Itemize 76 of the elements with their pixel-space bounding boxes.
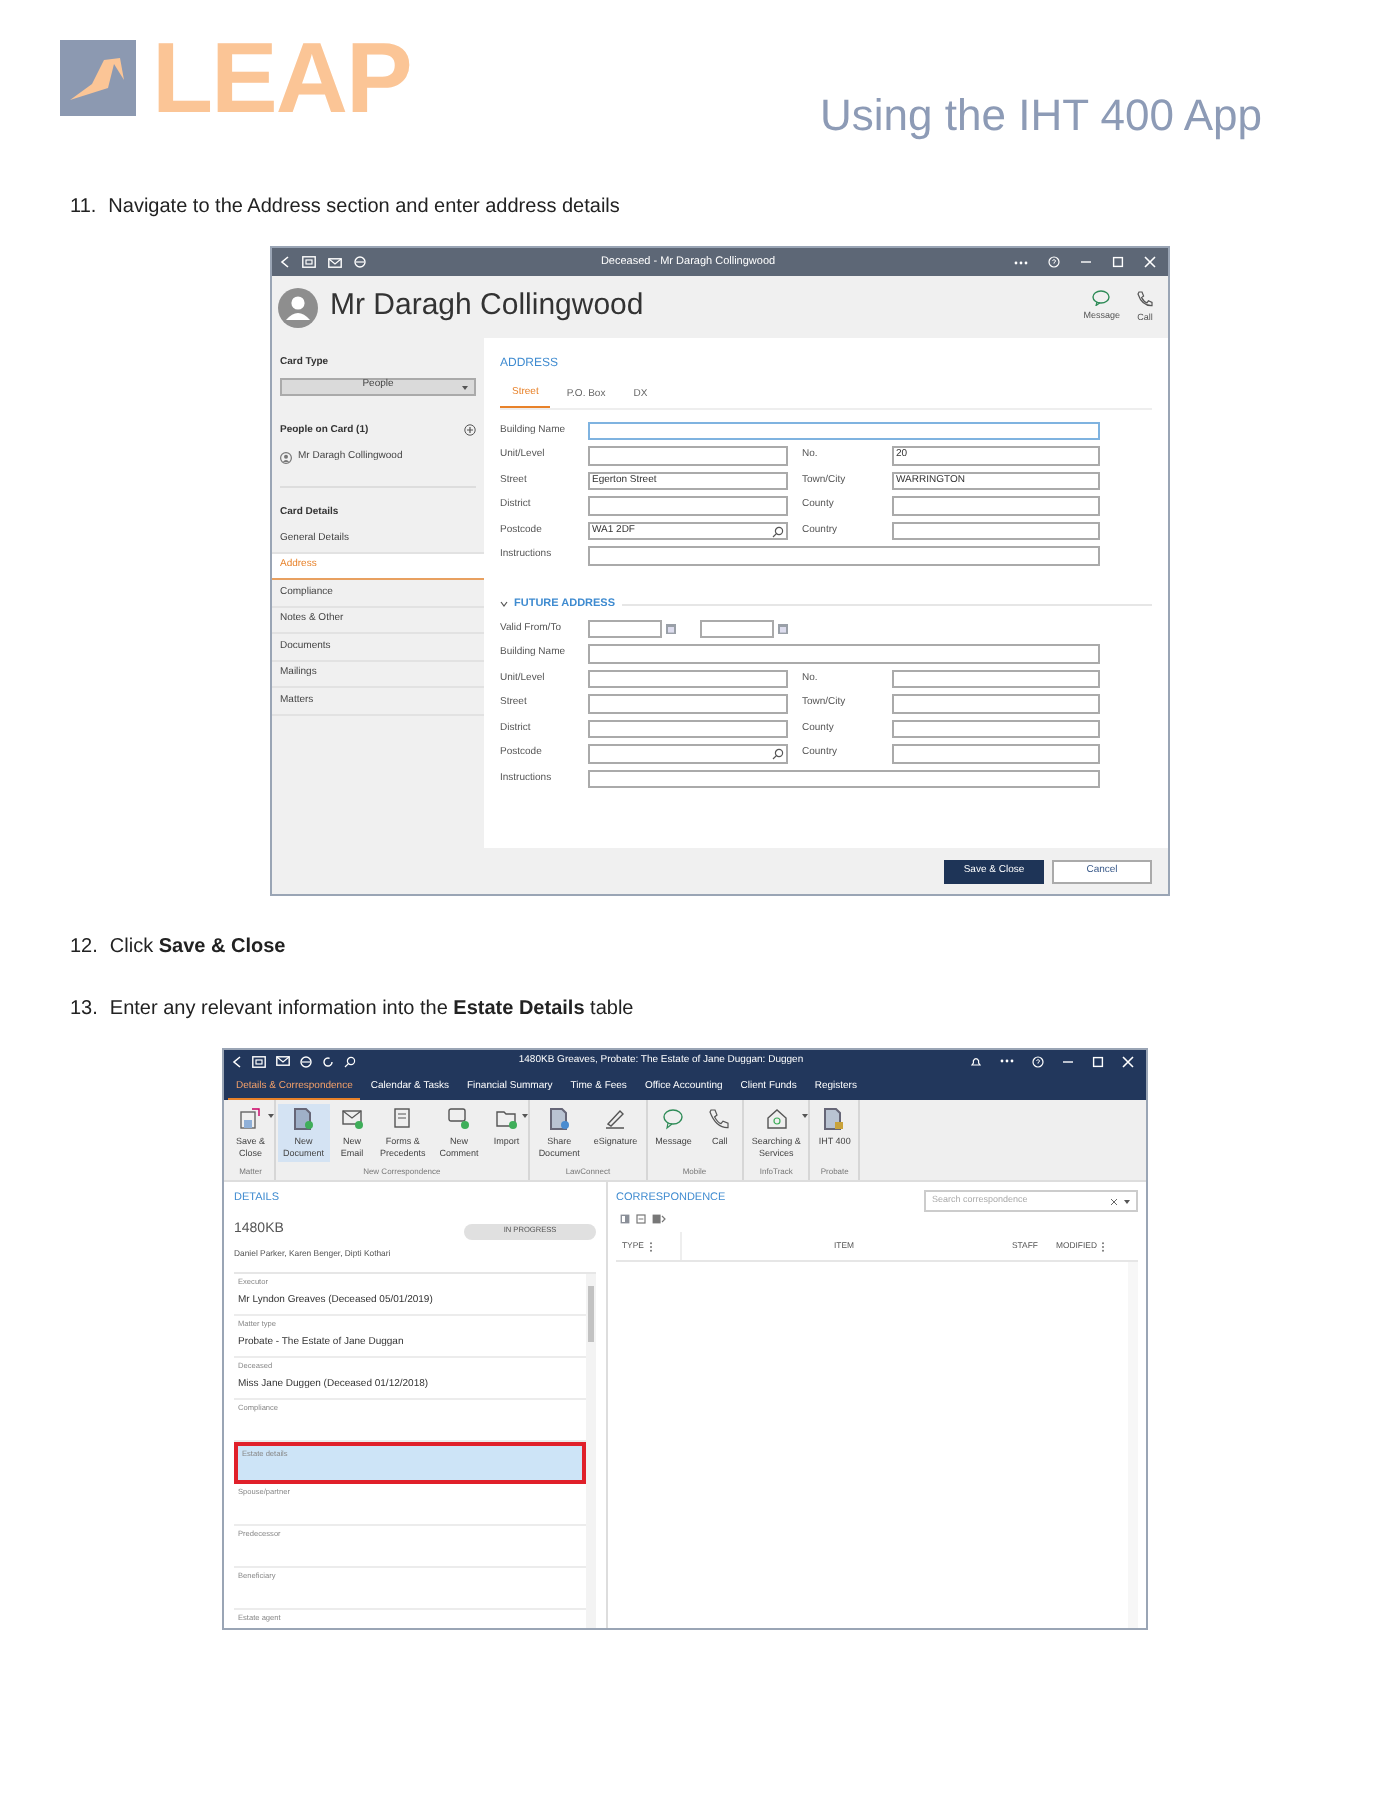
chat-bubble-icon: [1092, 290, 1111, 307]
house-icon: [765, 1108, 788, 1130]
date-field[interactable]: [588, 619, 662, 638]
caret-icon: [462, 385, 468, 389]
phone-icon: [1136, 289, 1154, 308]
step-text: Navigate to the Address section and enter address details: [108, 194, 620, 222]
pen-signature-icon: [604, 1108, 627, 1130]
logo-mark-icon: [60, 40, 136, 116]
input-field[interactable]: [588, 644, 1100, 663]
clear-icon[interactable]: [1110, 1197, 1118, 1205]
calendar-icon[interactable]: [666, 623, 676, 634]
chevron-down-icon[interactable]: [500, 600, 508, 609]
save-icon: [240, 1108, 261, 1130]
help-icon[interactable]: [1048, 256, 1060, 268]
close-icon[interactable]: [1144, 256, 1156, 268]
caret-icon: [522, 1114, 529, 1118]
bell-icon[interactable]: [970, 1055, 982, 1067]
input-field[interactable]: [588, 744, 788, 763]
input-field[interactable]: [892, 669, 1100, 688]
mail-icon[interactable]: [276, 1056, 290, 1066]
folder-import-icon: [495, 1108, 518, 1130]
scrollbar[interactable]: [586, 1274, 596, 1628]
avatar-icon: [278, 287, 318, 327]
refresh-icon[interactable]: [322, 1055, 334, 1067]
search-icon[interactable]: [772, 525, 784, 537]
help-icon[interactable]: [1032, 1055, 1044, 1067]
search-icon[interactable]: [772, 747, 784, 760]
minimize-icon[interactable]: [1080, 256, 1092, 268]
comment-icon: [448, 1108, 471, 1130]
input-field[interactable]: [588, 496, 788, 516]
step-text: Enter any relevant information into the Estate Details table: [109, 996, 634, 1024]
input-field[interactable]: [892, 496, 1100, 516]
pages-icon: [392, 1108, 413, 1130]
more-icon[interactable]: [1014, 259, 1028, 265]
logo-text: LEAP: [152, 38, 411, 118]
caret-icon: [802, 1114, 809, 1118]
share-document-icon: [549, 1108, 570, 1130]
calendar-icon[interactable]: [778, 623, 788, 634]
input-field[interactable]: [892, 521, 1100, 541]
input-field[interactable]: [588, 769, 1100, 788]
input-field[interactable]: [588, 719, 788, 738]
caret-icon: [267, 1114, 274, 1118]
input-field[interactable]: [588, 669, 788, 688]
more-icon[interactable]: [1000, 1058, 1014, 1064]
caret-icon[interactable]: [1124, 1199, 1130, 1203]
input-field[interactable]: [588, 694, 788, 713]
phone-icon: [708, 1108, 731, 1130]
back-icon[interactable]: [280, 256, 290, 268]
chat-bubble-icon: [662, 1108, 685, 1130]
input-field[interactable]: [892, 694, 1100, 713]
close-icon[interactable]: [1122, 1055, 1134, 1067]
input-field[interactable]: [588, 421, 1100, 441]
scrollbar[interactable]: [1128, 1262, 1138, 1628]
person-icon: [280, 451, 292, 464]
step-number: 12.: [70, 934, 98, 962]
panel-icon[interactable]: [620, 1214, 630, 1224]
maximize-icon[interactable]: [1092, 1055, 1104, 1067]
maximize-icon[interactable]: [1112, 256, 1124, 268]
document-lock-icon: [824, 1108, 845, 1130]
step-text: Click Save & Close: [109, 934, 286, 962]
document-title: Using the IHT 400 App: [820, 88, 1262, 144]
document-icon: [293, 1108, 314, 1130]
contact-name: Mr Daragh Collingwood: [330, 286, 646, 327]
step-number: 11.: [70, 194, 97, 222]
step-number: 13.: [70, 996, 98, 1024]
add-icon[interactable]: [464, 424, 476, 437]
input-field[interactable]: [892, 744, 1100, 763]
minimize-icon[interactable]: [1062, 1055, 1074, 1067]
back-icon[interactable]: [232, 1055, 242, 1067]
input-field[interactable]: [588, 446, 788, 466]
export-icon[interactable]: [652, 1214, 666, 1224]
input-field[interactable]: [892, 719, 1100, 738]
date-field[interactable]: [700, 619, 774, 638]
input-field[interactable]: [588, 546, 1100, 566]
envelope-icon: [341, 1108, 364, 1130]
mail-icon[interactable]: [328, 257, 342, 267]
